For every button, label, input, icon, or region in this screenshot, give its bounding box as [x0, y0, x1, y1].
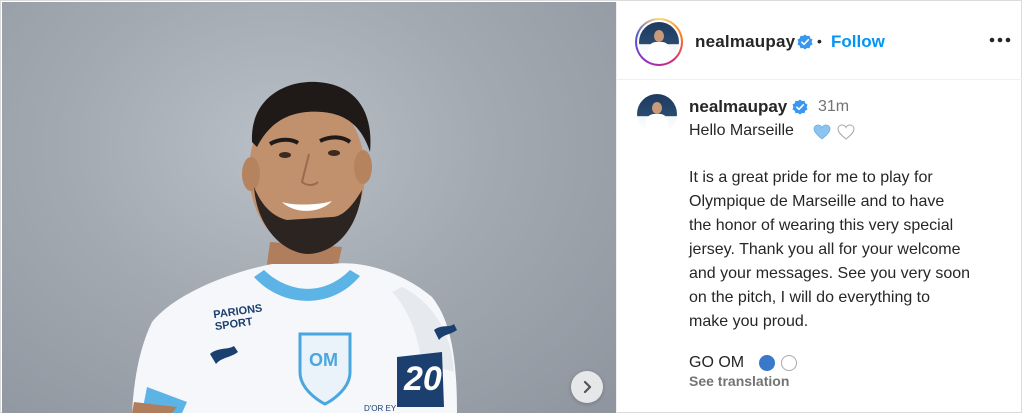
verified-badge-icon: [792, 99, 808, 120]
separator-dot: •: [817, 33, 822, 49]
caption-line: Olympique de Marseille and to have: [689, 193, 945, 210]
next-photo-button[interactable]: [571, 371, 603, 403]
post-media-photo[interactable]: PARIONS SPORT OM 20 D'OR EY: [2, 2, 616, 413]
chevron-right-icon: [583, 380, 592, 394]
white-heart-icon: [837, 124, 855, 145]
post-timestamp[interactable]: 31m: [818, 98, 849, 116]
caption-avatar[interactable]: [637, 94, 677, 134]
more-options-button[interactable]: [987, 30, 1013, 50]
jersey-number: 20: [404, 360, 442, 398]
caption-line: It is a great pride for me to play for: [689, 169, 933, 186]
header-username[interactable]: nealmaupay: [695, 32, 795, 52]
more-options-icon: [989, 37, 1011, 43]
caption-line: on the pitch, I will do everything to: [689, 289, 931, 306]
story-ring-avatar[interactable]: [635, 18, 683, 66]
caption-line: make you proud.: [689, 313, 809, 330]
caption-line: the honor of wearing this very special: [689, 217, 954, 234]
caption-line: jersey. Thank you all for your welcome: [689, 241, 961, 258]
caption-username[interactable]: nealmaupay: [689, 97, 787, 117]
post-caption: nealmaupay 31m Hello Marseille It is a g…: [617, 80, 1022, 413]
follow-button[interactable]: Follow: [831, 32, 885, 52]
see-translation-link[interactable]: See translation: [689, 373, 789, 389]
jersey-hem-text: D'OR EY: [364, 404, 397, 413]
verified-badge-icon: [797, 34, 813, 55]
caption-signoff: GO OM: [689, 354, 745, 371]
caption-greeting: Hello Marseille: [689, 122, 794, 139]
jersey-crest-text: OM: [309, 350, 338, 370]
blue-heart-icon: [813, 124, 831, 145]
avatar: [639, 22, 679, 62]
caption-line: and your messages. See you very soon: [689, 265, 971, 282]
post-header: nealmaupay • Follow: [617, 2, 1022, 80]
